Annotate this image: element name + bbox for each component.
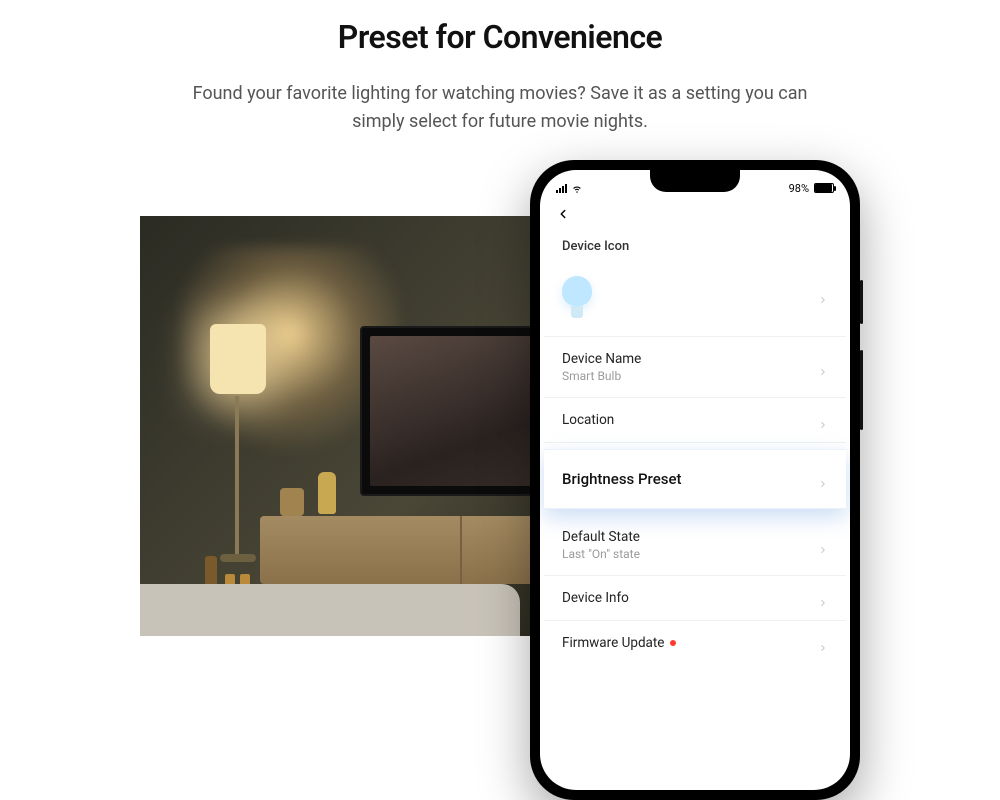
chevron-right-icon <box>818 593 828 603</box>
stage: 98% Device Icon <box>140 210 860 700</box>
settings-list: Device Icon Device Name Smart Bulb <box>540 231 850 665</box>
device-name-row[interactable]: Device Name Smart Bulb <box>544 337 846 398</box>
update-indicator-icon <box>670 640 676 646</box>
phone-notch <box>650 170 740 192</box>
device-icon-row[interactable] <box>544 262 846 337</box>
phone-frame: 98% Device Icon <box>530 160 860 800</box>
default-state-label: Default State <box>562 529 640 545</box>
lamp-icon <box>210 324 266 394</box>
chevron-right-icon <box>818 638 828 648</box>
device-name-value: Smart Bulb <box>562 369 641 383</box>
brightness-preset-label: Brightness Preset <box>562 470 682 488</box>
device-icon-label: Device Icon <box>544 231 846 262</box>
chevron-right-icon <box>818 415 828 425</box>
device-name-label: Device Name <box>562 351 641 367</box>
page-subtitle: Found your favorite lighting for watchin… <box>180 80 820 136</box>
chevron-right-icon <box>818 474 828 484</box>
page-title: Preset for Convenience <box>0 18 1000 56</box>
bulb-icon <box>562 276 592 318</box>
firmware-update-label: Firmware Update <box>562 635 676 651</box>
chevron-right-icon <box>818 362 828 372</box>
marketing-header: Preset for Convenience Found your favori… <box>0 0 1000 136</box>
chevron-right-icon <box>818 290 828 300</box>
brightness-preset-row[interactable]: Brightness Preset <box>544 449 846 509</box>
default-state-row[interactable]: Default State Last "On" state <box>544 515 846 576</box>
firmware-update-row[interactable]: Firmware Update <box>544 621 846 665</box>
chevron-right-icon <box>818 540 828 550</box>
device-info-row[interactable]: Device Info <box>544 576 846 621</box>
device-info-label: Device Info <box>562 590 629 606</box>
battery-icon <box>814 183 834 193</box>
location-label: Location <box>562 412 614 428</box>
back-button[interactable] <box>556 206 570 225</box>
location-row[interactable]: Location <box>544 398 846 443</box>
nav-bar <box>540 198 850 231</box>
default-state-value: Last "On" state <box>562 547 640 561</box>
phone-screen: 98% Device Icon <box>540 170 850 790</box>
